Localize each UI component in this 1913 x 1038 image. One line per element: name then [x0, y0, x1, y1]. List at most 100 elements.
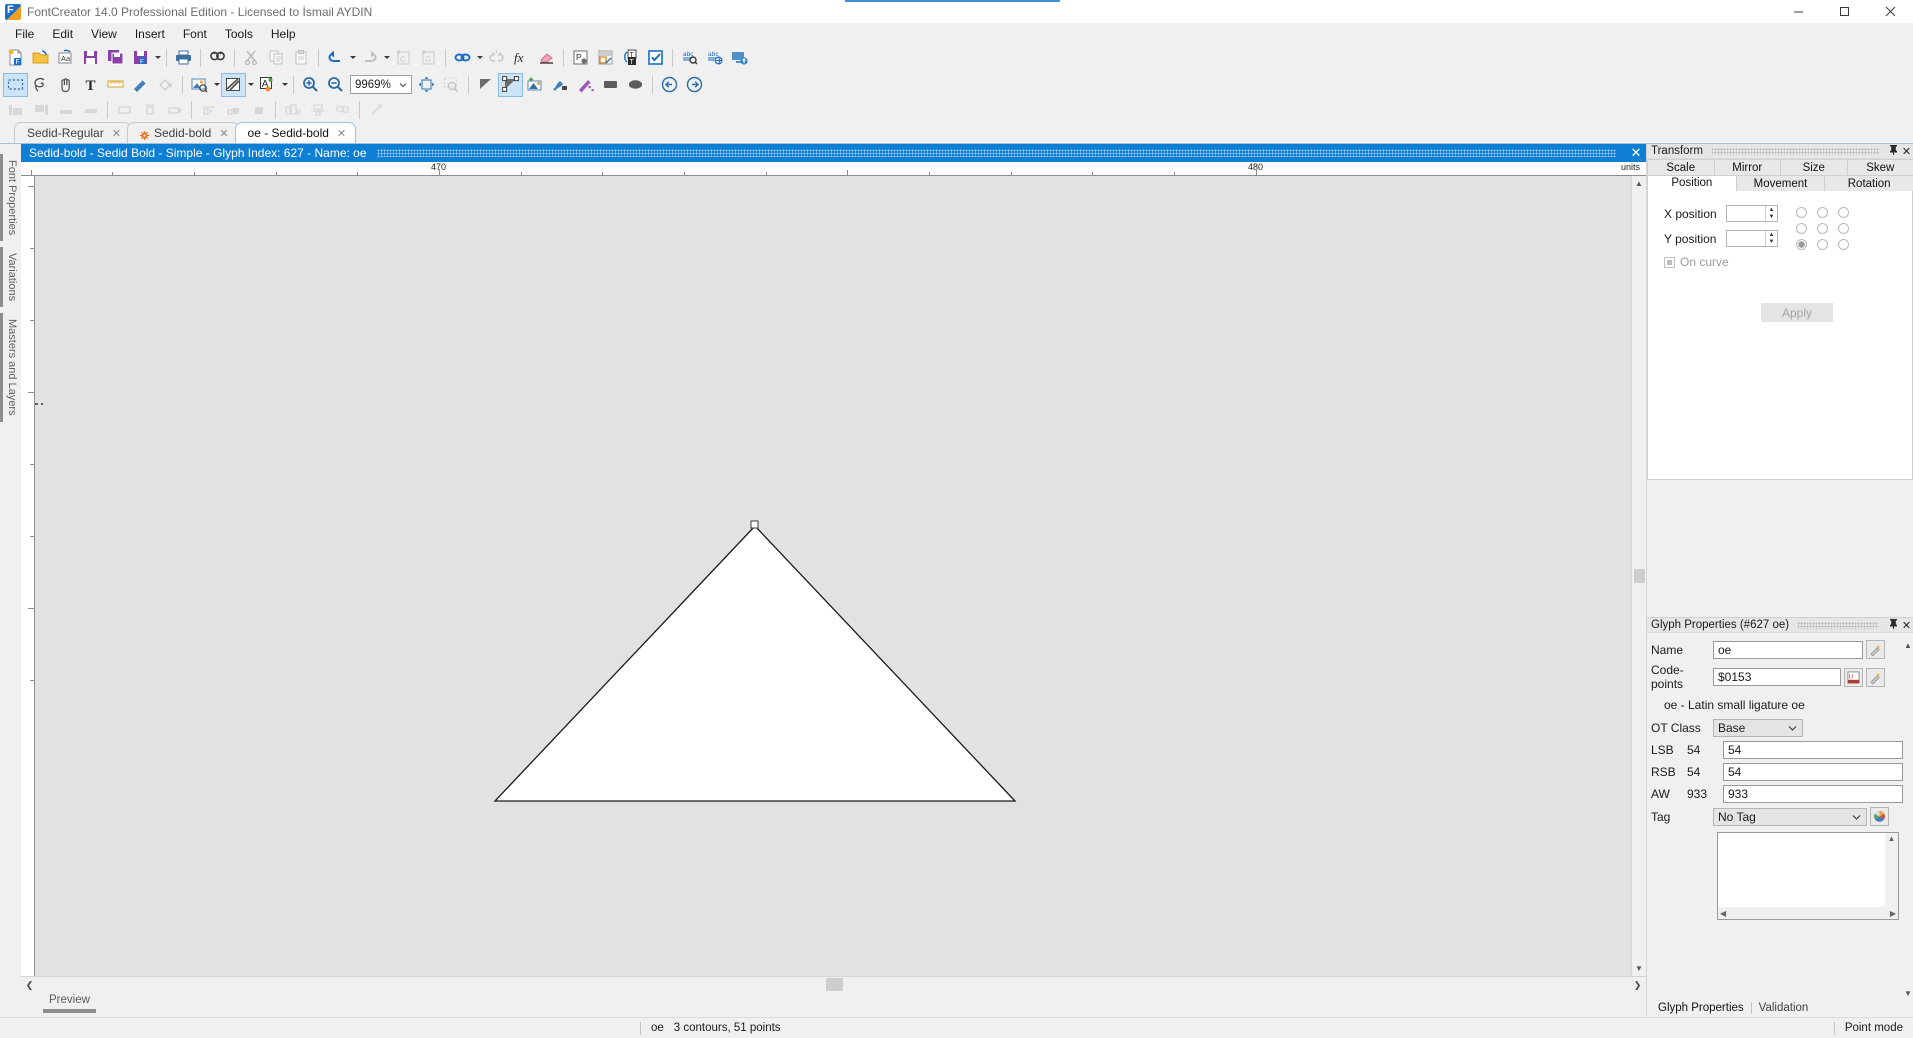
menu-item-font[interactable]: Font: [174, 25, 216, 43]
tab-scale[interactable]: Scale: [1647, 159, 1715, 175]
contour-style-icon[interactable]: [221, 72, 246, 97]
transform-text-icon[interactable]: TT: [618, 46, 643, 70]
sidebar-item-font-properties[interactable]: Font Properties: [0, 154, 21, 242]
tab-skew[interactable]: Skew: [1846, 159, 1913, 175]
notes-horizontal-scrollbar[interactable]: ◀ ▶: [1718, 907, 1898, 919]
undo-dropdown-icon[interactable]: [348, 46, 357, 70]
distribute-icon[interactable]: [162, 98, 187, 122]
paste-icon[interactable]: [289, 46, 314, 70]
x-position-stepper[interactable]: ▲ ▼: [1726, 205, 1778, 222]
transform-panel-close-icon[interactable]: ✕: [1900, 145, 1913, 158]
save-all-icon[interactable]: [103, 46, 128, 70]
name-input[interactable]: oe: [1713, 640, 1863, 659]
rsb-input[interactable]: 54: [1723, 763, 1903, 781]
codepoints-input[interactable]: $0153: [1713, 668, 1841, 686]
anchor-middle-right[interactable]: [1838, 223, 1849, 234]
pin-icon[interactable]: [1887, 618, 1900, 632]
scroll-right-icon[interactable]: ❯: [1629, 977, 1646, 993]
zoom-level-input[interactable]: 9969%: [350, 75, 412, 94]
scroll-up-icon[interactable]: ▲: [1888, 834, 1896, 843]
scroll-up-icon[interactable]: ▲: [1904, 641, 1912, 650]
print-icon[interactable]: [171, 46, 196, 70]
name-wizard-icon[interactable]: [1866, 640, 1885, 659]
redo-icon[interactable]: [357, 46, 382, 70]
anchor-top-right[interactable]: [1838, 207, 1849, 218]
union-icon[interactable]: [196, 98, 221, 122]
copy-icon[interactable]: [264, 46, 289, 70]
point-mode-icon[interactable]: [498, 72, 523, 97]
tab-position[interactable]: Position: [1647, 175, 1737, 191]
guidelines-icon[interactable]: [305, 98, 330, 122]
previous-glyph-icon[interactable]: [657, 73, 682, 97]
anchor-middle-left[interactable]: [1796, 223, 1807, 234]
tag-color-icon[interactable]: [1870, 807, 1889, 826]
image-tool-icon[interactable]: [187, 73, 212, 97]
on-curve-checkbox[interactable]: On curve: [1664, 255, 1912, 269]
anchor-bottom-right[interactable]: [1838, 239, 1849, 250]
next-glyph-icon[interactable]: [682, 73, 707, 97]
scroll-left-icon[interactable]: ◀: [1720, 909, 1726, 918]
menu-item-file[interactable]: File: [6, 25, 43, 43]
center-vertical-icon[interactable]: [137, 98, 162, 122]
sidebar-item-masters-and-layers[interactable]: Masters and Layers: [0, 313, 21, 422]
intersect-icon[interactable]: [246, 98, 271, 122]
open-installed-font-icon[interactable]: Aa: [53, 46, 78, 70]
panel-vertical-scrollbar[interactable]: ▲ ▼: [1903, 640, 1913, 999]
metrics-icon[interactable]: [593, 46, 618, 70]
align-top-icon[interactable]: [78, 98, 103, 122]
stepper-up-icon[interactable]: ▲: [1766, 231, 1777, 239]
stepper-down-icon[interactable]: ▼: [1766, 214, 1777, 222]
apply-button[interactable]: Apply: [1761, 303, 1833, 322]
rectangle-icon[interactable]: [598, 73, 623, 97]
scroll-right-icon[interactable]: ▶: [1890, 909, 1896, 918]
anchor-top-center[interactable]: [1817, 207, 1828, 218]
validate-icon[interactable]: [643, 46, 668, 70]
scroll-left-icon[interactable]: ❮: [21, 977, 38, 993]
measure-tool-icon[interactable]: [103, 73, 128, 97]
glyph-style-icon[interactable]: A: [255, 73, 280, 97]
undo-icon[interactable]: [323, 46, 348, 70]
pan-tool-icon[interactable]: [53, 73, 78, 97]
zoom-out-icon[interactable]: [323, 73, 348, 97]
eraser-icon[interactable]: [534, 46, 559, 70]
anchor-middle-center[interactable]: [1817, 223, 1828, 234]
zoom-in-icon[interactable]: [298, 73, 323, 97]
align-bottom-icon[interactable]: [53, 98, 78, 122]
scroll-thumb[interactable]: [1633, 569, 1645, 583]
menu-item-view[interactable]: View: [82, 25, 126, 43]
tab-preview[interactable]: Preview: [43, 993, 96, 1013]
grid-icon[interactable]: [280, 98, 305, 122]
doc-tab-close-icon[interactable]: ✕: [219, 127, 228, 140]
tab-validation[interactable]: Validation: [1752, 1002, 1816, 1014]
brush-icon[interactable]: [548, 73, 573, 97]
checkbox-box[interactable]: [1664, 256, 1675, 268]
redo-dropdown-icon[interactable]: [382, 46, 391, 70]
glyph-notes-textarea[interactable]: ▲▼ ◀▶: [1717, 832, 1899, 920]
save-as-dropdown-icon[interactable]: [153, 46, 162, 70]
find-icon[interactable]: [205, 46, 230, 70]
postscript-icon[interactable]: P: [568, 46, 593, 70]
save-as-icon[interactable]: F: [128, 46, 153, 70]
transform-fx-icon[interactable]: fx: [509, 46, 534, 70]
insert-glyph-icon[interactable]: G: [416, 46, 441, 70]
align-right-icon[interactable]: [28, 98, 53, 122]
anchor-top-left[interactable]: [1796, 207, 1807, 218]
insert-image-icon[interactable]: [523, 73, 548, 97]
menu-item-help[interactable]: Help: [262, 25, 305, 43]
zoom-selection-icon[interactable]: [439, 73, 464, 97]
ellipse-icon[interactable]: [623, 73, 648, 97]
doc-tab-close-icon[interactable]: ✕: [337, 127, 346, 140]
scroll-up-icon[interactable]: ▲: [1632, 176, 1647, 191]
insert-character-icon[interactable]: C: [391, 46, 416, 70]
y-position-stepper[interactable]: ▲ ▼: [1726, 230, 1778, 247]
open-font-icon[interactable]: [28, 46, 53, 70]
doc-tab-sedid-bold[interactable]: Sedid-bold ✕: [126, 122, 239, 143]
scroll-track[interactable]: [38, 977, 1629, 993]
canvas-vertical-scrollbar[interactable]: ▲ ▼: [1631, 176, 1646, 976]
knife-tool-icon[interactable]: [128, 73, 153, 97]
link-icon[interactable]: [450, 46, 475, 70]
codepoints-wizard-icon[interactable]: [1866, 667, 1885, 687]
stepper-buttons[interactable]: ▲ ▼: [1765, 231, 1777, 246]
menu-item-tools[interactable]: Tools: [216, 25, 262, 43]
metrics-lines-icon[interactable]: [330, 98, 355, 122]
